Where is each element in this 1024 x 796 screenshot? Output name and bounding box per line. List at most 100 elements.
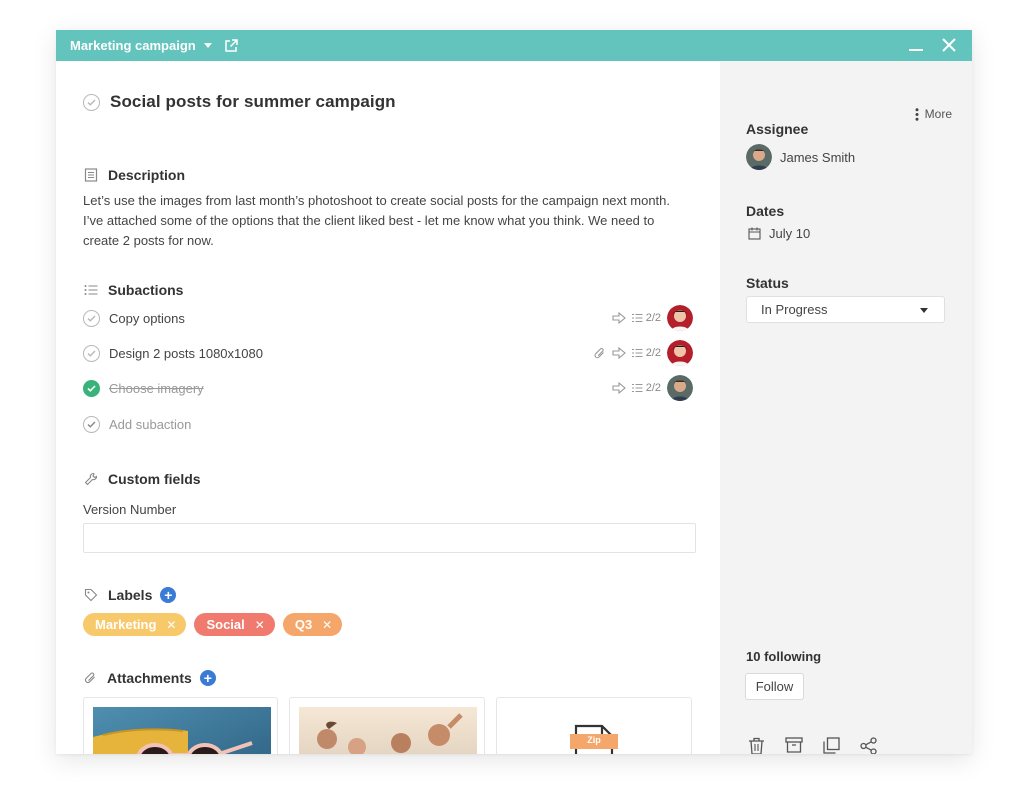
- share-icon[interactable]: [860, 737, 877, 754]
- subaction-row[interactable]: Choose imagery 2/2: [83, 373, 693, 403]
- description-header: Description: [84, 167, 185, 183]
- avatar[interactable]: [667, 340, 693, 366]
- task-main-panel: Social posts for summer campaign Descrip…: [56, 61, 720, 754]
- check-icon: [87, 421, 96, 428]
- subaction-checkbox-checked[interactable]: [83, 379, 100, 397]
- more-menu-button[interactable]: More: [915, 107, 952, 121]
- group-photo: [299, 707, 477, 754]
- labels-list: Marketing ✕ Social ✕ Q3 ✕: [83, 613, 343, 636]
- task-sidebar: More Assignee James Smith Dates July 10 …: [720, 61, 972, 754]
- label-name: Marketing: [95, 617, 157, 632]
- chevron-down-icon: [920, 308, 928, 313]
- subaction-count: 2/2: [631, 382, 661, 394]
- version-number-label: Version Number: [83, 502, 177, 517]
- paperclip-icon: [84, 672, 95, 684]
- check-icon: [87, 384, 96, 392]
- minimize-icon[interactable]: [908, 38, 924, 52]
- subaction-row[interactable]: Copy options 2/2: [83, 303, 693, 333]
- list-icon: [84, 285, 98, 295]
- remove-label-icon[interactable]: ✕: [166, 618, 176, 632]
- subaction-checkbox[interactable]: [83, 309, 100, 327]
- checklist-icon: [631, 383, 643, 393]
- add-label-button[interactable]: +: [160, 587, 177, 603]
- more-vertical-icon: [915, 107, 919, 121]
- close-icon[interactable]: [942, 38, 956, 52]
- wrench-icon: [84, 472, 98, 486]
- add-subaction-input[interactable]: Add subaction: [109, 417, 191, 432]
- check-icon: [87, 315, 96, 322]
- assign-arrow-icon[interactable]: [612, 312, 626, 324]
- document-icon: [84, 168, 98, 182]
- subaction-count-text: 2/2: [645, 312, 661, 324]
- calendar-icon: [748, 227, 761, 240]
- subactions-header: Subactions: [84, 282, 183, 298]
- subaction-row[interactable]: Design 2 posts 1080x1080 2/2: [83, 338, 693, 368]
- avatar[interactable]: [667, 375, 693, 401]
- due-date[interactable]: July 10: [748, 226, 810, 241]
- label-chip[interactable]: Social ✕: [194, 613, 275, 636]
- attachment-thumbnail[interactable]: [83, 697, 278, 754]
- avatar: [746, 144, 772, 170]
- add-attachment-button[interactable]: +: [199, 670, 216, 686]
- assign-arrow-icon[interactable]: [612, 382, 626, 394]
- dates-heading: Dates: [746, 203, 785, 219]
- remove-label-icon[interactable]: ✕: [255, 618, 265, 632]
- description-text[interactable]: Let’s use the images from last month’s p…: [83, 191, 683, 251]
- subaction-checkbox[interactable]: [83, 344, 100, 362]
- more-label: More: [924, 107, 952, 121]
- attachments-heading: Attachments: [107, 670, 192, 686]
- subactions-heading: Subactions: [108, 282, 184, 298]
- assign-arrow-icon[interactable]: [612, 347, 626, 359]
- task-actions: [748, 737, 877, 754]
- description-heading: Description: [108, 167, 186, 183]
- tag-icon: [84, 588, 98, 602]
- task-complete-checkbox[interactable]: [83, 93, 100, 111]
- version-number-field[interactable]: [83, 523, 696, 553]
- trash-icon[interactable]: [748, 737, 765, 754]
- label-chip[interactable]: Q3 ✕: [282, 613, 343, 636]
- check-icon: [87, 350, 96, 357]
- add-subaction-row[interactable]: Add subaction: [83, 409, 693, 439]
- follow-button[interactable]: Follow: [745, 673, 804, 700]
- labels-heading: Labels: [108, 587, 153, 603]
- attachments-header: Attachments +: [84, 670, 216, 686]
- zip-label: Zip: [587, 735, 601, 745]
- task-title[interactable]: Social posts for summer campaign: [110, 92, 396, 112]
- subaction-name[interactable]: Choose imagery: [109, 381, 204, 396]
- subaction-name[interactable]: Copy options: [109, 311, 185, 326]
- subaction-name[interactable]: Design 2 posts 1080x1080: [109, 346, 263, 361]
- custom-fields-heading: Custom fields: [108, 471, 201, 487]
- attachment-file[interactable]: Zip: [496, 697, 692, 754]
- checklist-icon: [631, 348, 643, 358]
- sunglasses-photo: [93, 707, 271, 754]
- checklist-icon: [631, 313, 643, 323]
- status-select[interactable]: In Progress: [746, 296, 945, 323]
- archive-icon[interactable]: [785, 737, 803, 754]
- check-icon: [87, 99, 96, 106]
- label-chip[interactable]: Marketing ✕: [83, 613, 187, 636]
- subaction-meta: 2/2: [612, 305, 693, 331]
- task-title-row: Social posts for summer campaign: [83, 92, 396, 112]
- subaction-count: 2/2: [631, 312, 661, 324]
- task-window: Marketing campaign Social posts for summ…: [56, 30, 972, 754]
- project-title[interactable]: Marketing campaign: [70, 38, 196, 53]
- title-bar: Marketing campaign: [56, 30, 972, 61]
- subaction-meta: 2/2: [612, 375, 693, 401]
- due-date-text: July 10: [769, 226, 811, 241]
- label-name: Social: [206, 617, 245, 632]
- chevron-down-icon[interactable]: [203, 43, 212, 48]
- subaction-count: 2/2: [631, 347, 661, 359]
- labels-header: Labels +: [84, 587, 177, 603]
- remove-label-icon[interactable]: ✕: [322, 618, 332, 632]
- status-value: In Progress: [761, 302, 828, 317]
- status-heading: Status: [746, 275, 789, 291]
- attachment-thumbnail[interactable]: [289, 697, 485, 754]
- duplicate-icon[interactable]: [823, 737, 840, 754]
- label-name: Q3: [294, 617, 313, 632]
- external-link-icon[interactable]: [224, 38, 238, 53]
- add-subaction-checkbox: [83, 415, 100, 433]
- paperclip-icon[interactable]: [594, 347, 606, 360]
- avatar[interactable]: [667, 305, 693, 331]
- assignee[interactable]: James Smith: [746, 144, 855, 170]
- assignee-name: James Smith: [780, 149, 856, 165]
